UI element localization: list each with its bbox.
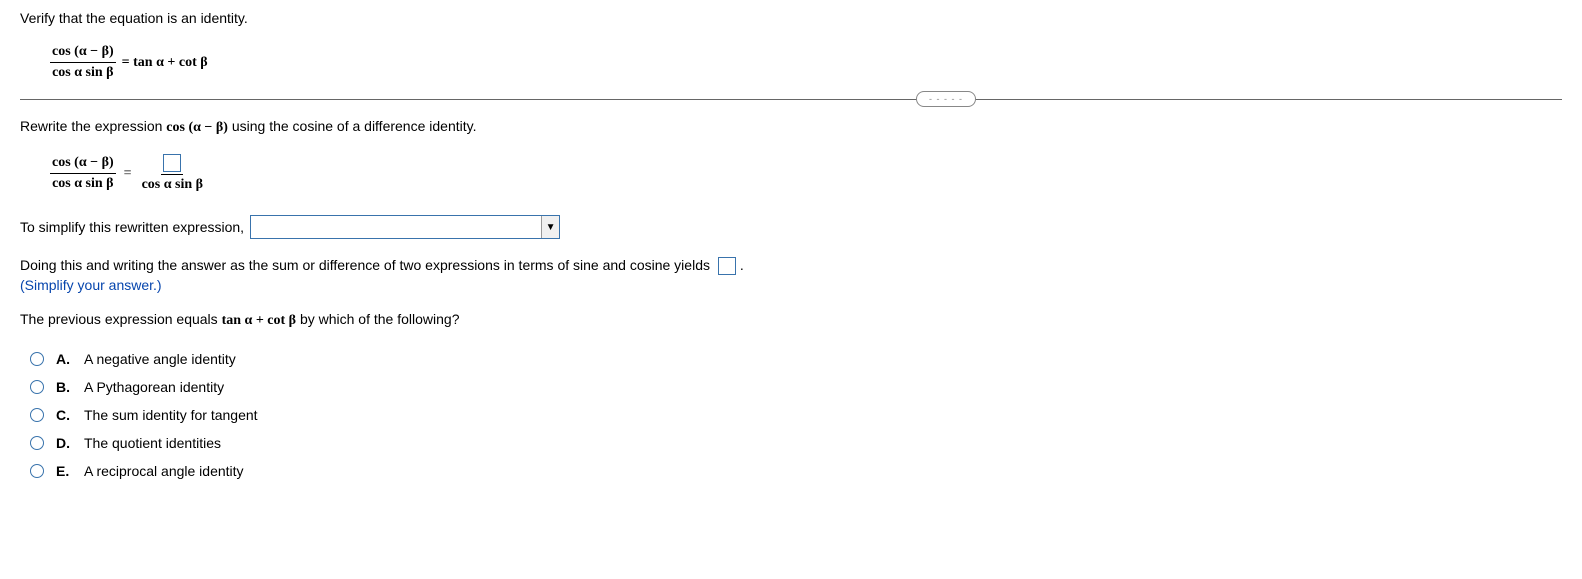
- radio-b[interactable]: [30, 380, 44, 394]
- option-letter: D.: [56, 435, 72, 451]
- equals-sign: =: [124, 166, 132, 182]
- divider-toggle[interactable]: - - - - -: [916, 91, 976, 107]
- rewrite-expression: cos (α − β): [166, 120, 228, 135]
- question-expression: tan α + cot β: [222, 313, 297, 328]
- yields-input[interactable]: [718, 257, 736, 275]
- rewrite-rhs-num: [161, 154, 183, 175]
- verify-instruction: Verify that the equation is an identity.: [20, 10, 1562, 26]
- simplify-text: To simplify this rewritten expression,: [20, 219, 244, 235]
- final-question: The previous expression equals tan α + c…: [20, 311, 1562, 329]
- rewrite-instruction: Rewrite the expression cos (α − β) using…: [20, 118, 1562, 136]
- option-text: A Pythagorean identity: [84, 379, 224, 395]
- rewrite-equation: cos (α − β) cos α sin β = cos α sin β: [50, 154, 1562, 193]
- option-text: The quotient identities: [84, 435, 221, 451]
- option-c[interactable]: C. The sum identity for tangent: [30, 407, 1562, 423]
- option-d[interactable]: D. The quotient identities: [30, 435, 1562, 451]
- yields-row: Doing this and writing the answer as the…: [20, 257, 1562, 275]
- simplify-hint: (Simplify your answer.): [20, 277, 1562, 293]
- option-a[interactable]: A. A negative angle identity: [30, 351, 1562, 367]
- option-e[interactable]: E. A reciprocal angle identity: [30, 463, 1562, 479]
- option-letter: B.: [56, 379, 72, 395]
- dropdown-arrow-icon[interactable]: ▼: [541, 216, 559, 238]
- options-list: A. A negative angle identity B. A Pythag…: [30, 351, 1562, 479]
- yields-text: Doing this and writing the answer as the…: [20, 257, 710, 273]
- option-b[interactable]: B. A Pythagorean identity: [30, 379, 1562, 395]
- option-text: The sum identity for tangent: [84, 407, 258, 423]
- radio-a[interactable]: [30, 352, 44, 366]
- simplify-dropdown[interactable]: ▼: [250, 215, 560, 239]
- rewrite-rhs-den: cos α sin β: [140, 175, 205, 193]
- option-text: A negative angle identity: [84, 351, 236, 367]
- rewrite-pre: Rewrite the expression: [20, 118, 166, 134]
- numerator-input[interactable]: [163, 154, 181, 172]
- radio-e[interactable]: [30, 464, 44, 478]
- radio-c[interactable]: [30, 408, 44, 422]
- rewrite-post: using the cosine of a difference identit…: [228, 118, 477, 134]
- yields-period: .: [740, 257, 744, 273]
- rewrite-lhs-den: cos α sin β: [50, 174, 115, 192]
- option-letter: C.: [56, 407, 72, 423]
- option-letter: E.: [56, 463, 72, 479]
- lhs-denominator: cos α sin β: [50, 63, 115, 81]
- lhs-numerator: cos (α − β): [50, 44, 116, 63]
- rewrite-lhs-num: cos (α − β): [50, 155, 116, 174]
- option-letter: A.: [56, 351, 72, 367]
- option-text: A reciprocal angle identity: [84, 463, 244, 479]
- main-equation: cos (α − β) cos α sin β = tan α + cot β: [50, 44, 1562, 81]
- radio-d[interactable]: [30, 436, 44, 450]
- question-pre: The previous expression equals: [20, 311, 222, 327]
- section-divider: - - - - -: [20, 99, 1562, 100]
- question-post: by which of the following?: [296, 311, 459, 327]
- simplify-row: To simplify this rewritten expression, ▼: [20, 215, 1562, 239]
- rhs-expression: = tan α + cot β: [122, 55, 208, 71]
